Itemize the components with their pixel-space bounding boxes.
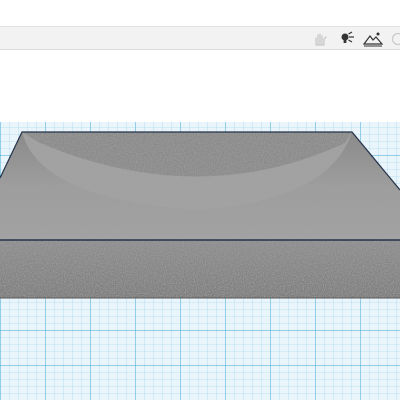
- 3d-viewport[interactable]: [0, 50, 400, 400]
- light-bulb-icon[interactable]: [337, 29, 357, 49]
- sink-model[interactable]: [0, 131, 400, 299]
- hand-icon[interactable]: [310, 29, 330, 49]
- view-toolbar: [0, 26, 400, 50]
- terrain-icon[interactable]: [363, 29, 383, 49]
- window-top-strip: [0, 0, 400, 26]
- circle-icon[interactable]: [388, 29, 400, 49]
